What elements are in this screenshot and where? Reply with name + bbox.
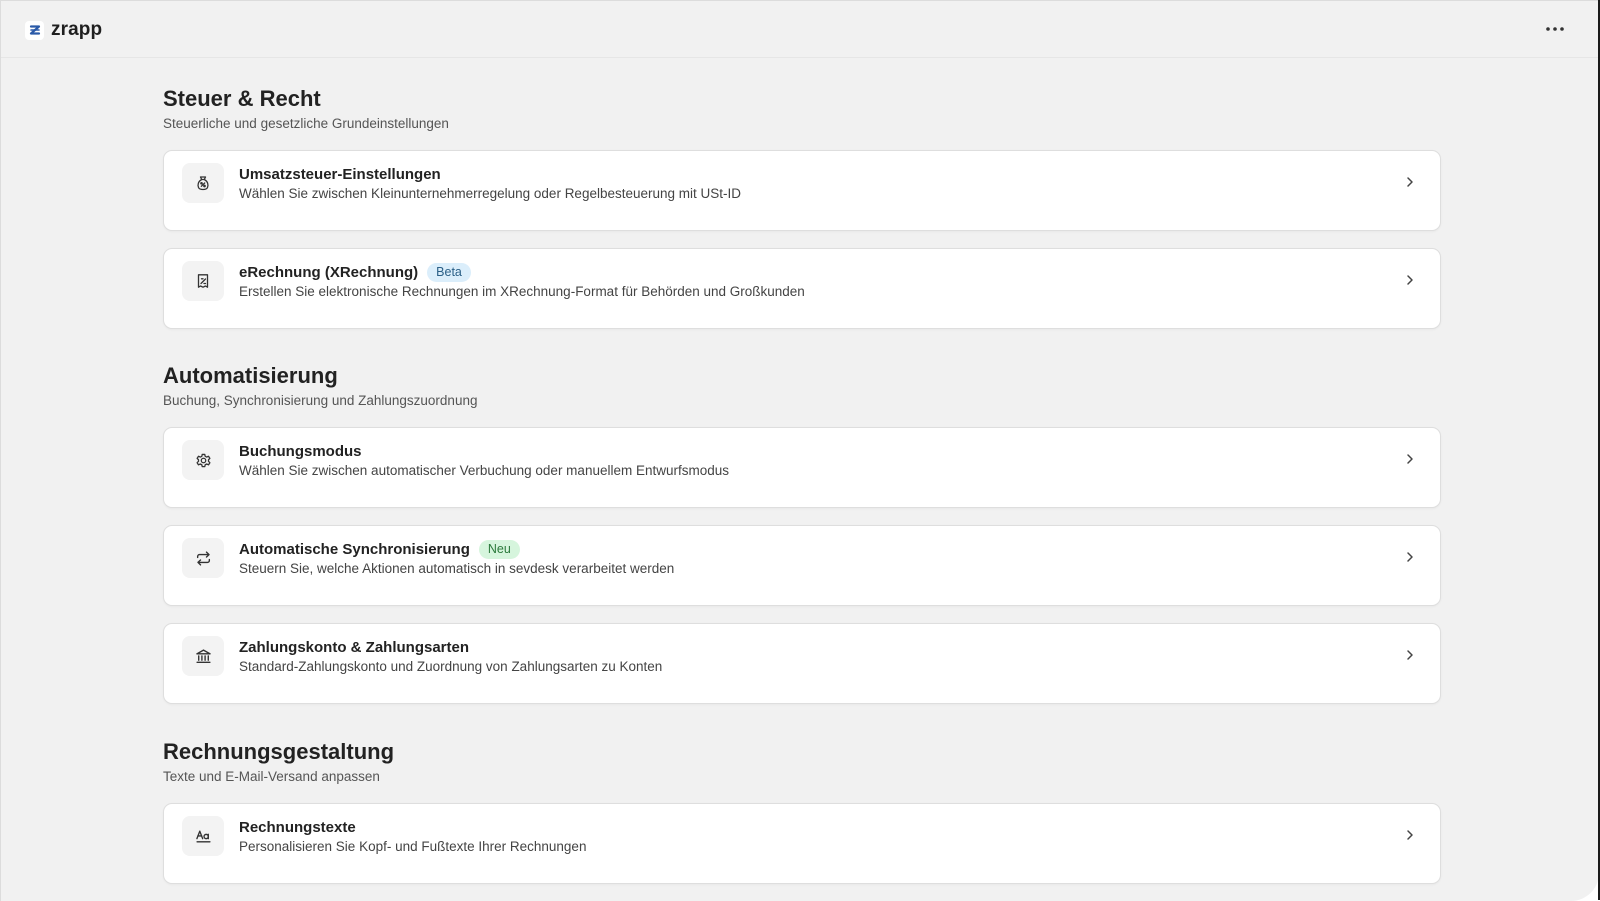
chevron-right-icon [1404,175,1416,189]
card-description: Steuern Sie, welche Aktionen automatisch… [239,561,675,576]
section-subtitle: Texte und E-Mail-Versand anpassen [163,769,380,784]
section-rechnungsgestaltung: Rechnungsgestaltung Texte und E-Mail-Ver… [163,738,1441,884]
section-automatisierung: Automatisierung Buchung, Synchronisierun… [163,362,1441,704]
more-options-button[interactable] [1541,17,1569,41]
bank-icon [182,636,224,676]
section-title: Steuer & Recht [163,86,321,111]
section-title: Automatisierung [163,363,338,388]
card-description: Wählen Sie zwischen Kleinunternehmerrege… [239,186,742,201]
settings-content: Steuer & Recht Steuerliche und gesetzlic… [163,85,1441,901]
beta-badge: Beta [427,263,471,282]
settings-card-synchronisierung[interactable]: Automatische Synchronisierung Neu Steuer… [163,525,1441,606]
card-description: Personalisieren Sie Kopf- und Fußtexte I… [239,839,587,854]
more-horizontal-icon [1545,26,1565,32]
chevron-right-icon [1404,648,1416,662]
sync-arrows-icon [182,538,224,578]
settings-card-umsatzsteuer[interactable]: Umsatzsteuer-Einstellungen Wählen Sie zw… [163,150,1441,231]
card-description: Standard-Zahlungskonto und Zuordnung von… [239,659,663,674]
text-format-icon [182,816,224,856]
card-title: Automatische Synchronisierung [239,541,470,558]
chevron-right-icon [1404,550,1416,564]
section-subtitle: Buchung, Synchronisierung und Zahlungszu… [163,393,478,408]
chevron-right-icon [1404,828,1416,842]
money-bag-icon [182,163,224,203]
app-logo[interactable]: zrapp [25,19,102,41]
section-title: Rechnungsgestaltung [163,739,395,764]
section-steuer-recht: Steuer & Recht Steuerliche und gesetzlic… [163,85,1441,329]
settings-card-erechnung[interactable]: eRechnung (XRechnung) Beta Erstellen Sie… [163,248,1441,329]
top-bar: zrapp [1,1,1599,58]
settings-card-rechnungstexte[interactable]: Rechnungstexte Personalisieren Sie Kopf-… [163,803,1441,884]
chevron-right-icon [1404,452,1416,466]
settings-card-buchungsmodus[interactable]: Buchungsmodus Wählen Sie zwischen automa… [163,427,1441,508]
card-title: Rechnungstexte [239,819,356,836]
chevron-right-icon [1404,273,1416,287]
card-description: Erstellen Sie elektronische Rechnungen i… [239,284,805,299]
app-name: zrapp [51,19,103,40]
gear-icon [182,440,224,480]
card-title: Zahlungskonto & Zahlungsarten [239,639,470,656]
card-title: Buchungsmodus [239,443,362,460]
card-title: eRechnung (XRechnung) [239,264,419,281]
new-badge: Neu [478,540,520,559]
app-window: zrapp Steuer & Recht Steuerliche und ges… [0,0,1599,901]
receipt-icon [182,261,224,301]
settings-card-zahlungskonto[interactable]: Zahlungskonto & Zahlungsarten Standard-Z… [163,623,1441,704]
card-title: Umsatzsteuer-Einstellungen [239,166,441,183]
card-description: Wählen Sie zwischen automatischer Verbuc… [239,463,730,478]
zrapp-logo-icon [25,20,44,40]
section-subtitle: Steuerliche und gesetzliche Grundeinstel… [163,116,449,131]
